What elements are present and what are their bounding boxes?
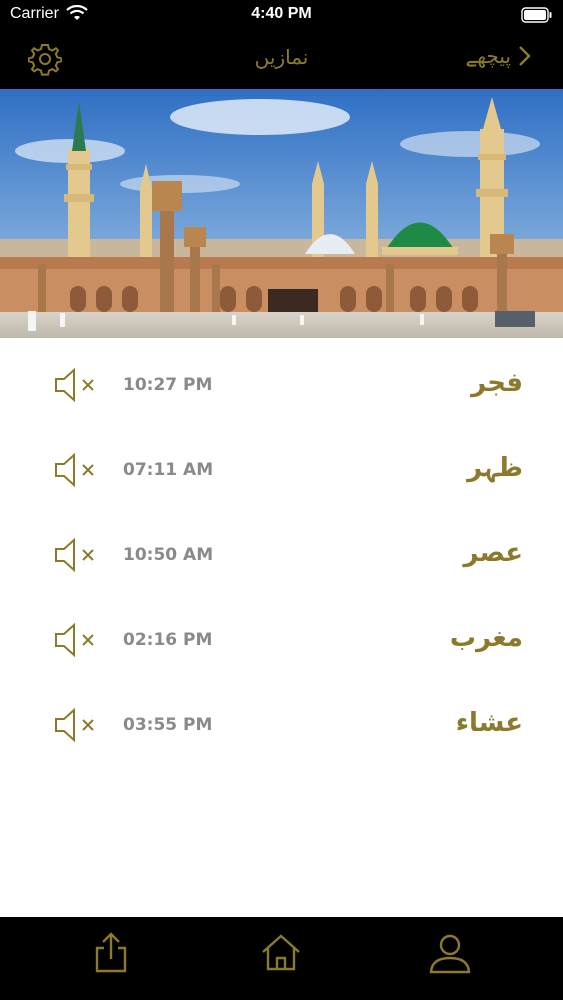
prayer-time: 03:55 PM — [123, 715, 213, 735]
speaker-muted-icon[interactable] — [54, 452, 98, 488]
speaker-muted-icon[interactable] — [54, 367, 98, 403]
speaker-muted-icon[interactable] — [54, 537, 98, 573]
prayer-name: عصر — [463, 538, 523, 568]
speaker-muted-icon[interactable] — [54, 622, 98, 658]
prayer-time: 10:50 AM — [123, 545, 214, 565]
nav-bar: نمازیں پیچھے — [0, 30, 563, 89]
mosque-banner-image — [0, 89, 563, 338]
back-label: پیچھے — [465, 44, 511, 68]
prayer-time: 02:16 PM — [123, 630, 213, 650]
prayer-name: ظہر — [467, 453, 523, 483]
back-button[interactable]: پیچھے — [466, 44, 531, 68]
prayer-time: 07:11 AM — [123, 460, 214, 480]
user-icon[interactable] — [428, 931, 471, 975]
prayer-row-zuhr: 07:11 AM ظہر — [0, 423, 563, 508]
prayer-row-isha: 03:55 PM عشاء — [0, 678, 563, 763]
prayer-row-asr: 10:50 AM عصر — [0, 508, 563, 593]
speaker-muted-icon[interactable] — [54, 707, 98, 743]
status-bar: Carrier 4:40 PM — [0, 0, 563, 30]
share-icon[interactable] — [90, 931, 132, 975]
tab-bar — [0, 917, 563, 1000]
home-icon[interactable] — [260, 931, 302, 975]
prayer-name: مغرب — [449, 623, 523, 653]
clock: 4:40 PM — [251, 5, 312, 22]
prayer-name: عشاء — [455, 708, 523, 738]
prayer-row-fajr: 10:27 PM فجر — [0, 338, 563, 423]
prayer-list: 10:27 PM فجر 07:11 AM ظہر 10:50 AM عصر 0… — [0, 338, 563, 763]
prayer-row-maghrib: 02:16 PM مغرب — [0, 593, 563, 678]
chevron-left-icon — [519, 46, 531, 66]
prayer-time: 10:27 PM — [123, 375, 213, 395]
battery-icon — [521, 7, 553, 27]
prayer-name: فجر — [471, 368, 523, 398]
